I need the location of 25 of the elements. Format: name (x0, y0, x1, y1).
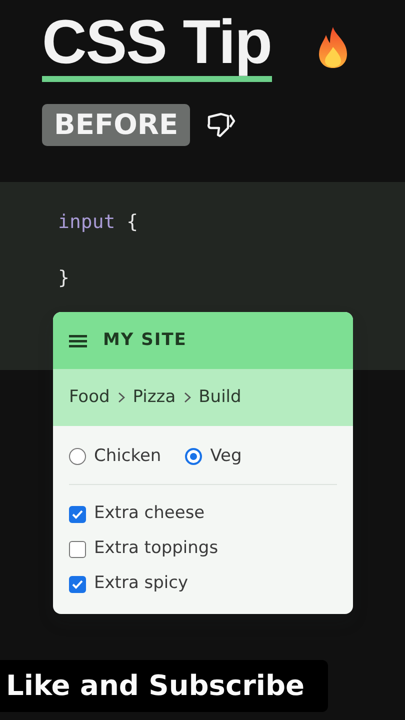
option-label: Extra cheese (94, 502, 205, 526)
breadcrumb-link[interactable]: Food (69, 384, 110, 410)
option-label: Chicken (94, 445, 162, 468)
check-icon (72, 510, 83, 518)
caption-text: Like and Subscribe (0, 660, 328, 712)
chevron-icon (118, 392, 125, 403)
menu-icon[interactable] (69, 334, 87, 348)
option-label: Veg (210, 445, 242, 468)
radio-button[interactable] (185, 448, 202, 466)
option-label: Extra spicy (94, 572, 188, 596)
check-icon (72, 580, 83, 588)
breadcrumb-link[interactable]: Pizza (132, 384, 176, 410)
chevron-icon (184, 392, 191, 403)
checkbox[interactable] (69, 506, 86, 522)
code-line: } (58, 267, 70, 289)
option-label: Extra toppings (94, 537, 218, 560)
thumbs-down-icon (206, 110, 236, 139)
status-badge: BEFORE (42, 104, 190, 146)
title-heading: CSS Tip (42, 12, 272, 82)
checkbox[interactable] (69, 576, 86, 592)
breadcrumb-link[interactable]: Build (198, 384, 242, 410)
code-line: input { (58, 211, 138, 233)
radio-button[interactable] (69, 448, 86, 466)
site-brand: MY SITE (103, 328, 187, 352)
checkbox[interactable] (69, 540, 86, 558)
